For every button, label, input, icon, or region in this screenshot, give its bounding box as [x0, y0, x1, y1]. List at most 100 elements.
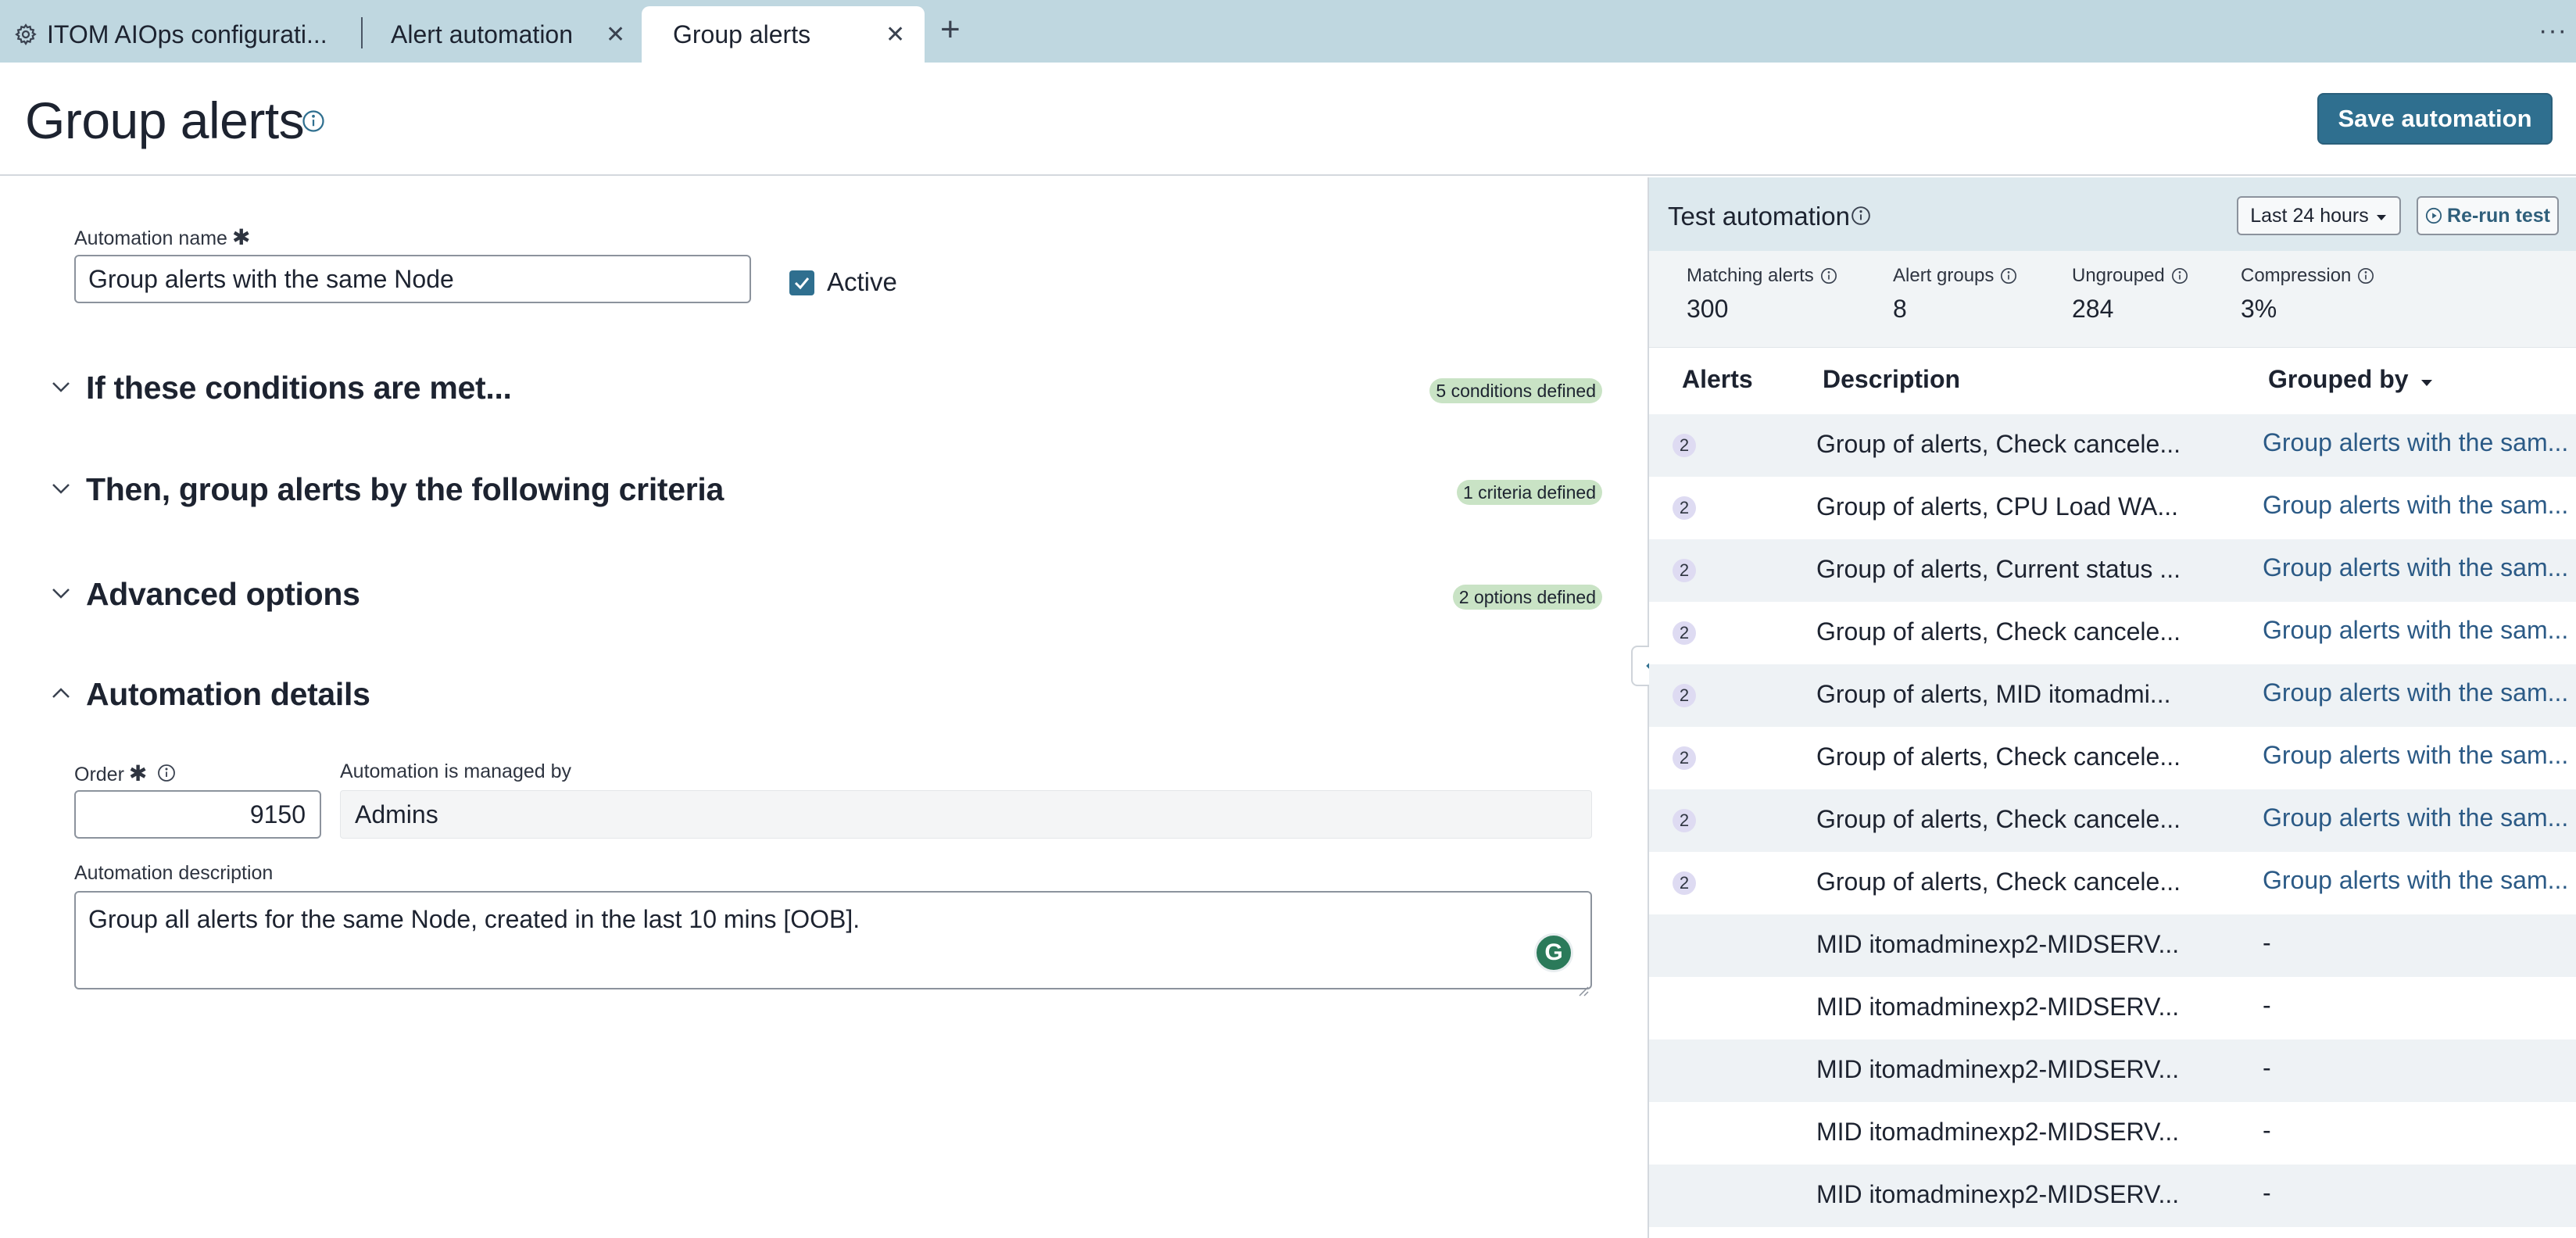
info-icon[interactable] — [302, 109, 325, 133]
status-badge: 2 options defined — [1452, 585, 1602, 610]
info-icon[interactable] — [2000, 267, 2017, 284]
test-automation-title: Test automation — [1668, 202, 1850, 231]
description-cell: Group of alerts, Check cancele... — [1816, 617, 2181, 646]
label-text: Automation name — [74, 227, 227, 249]
chevron-down-icon[interactable] — [47, 478, 75, 499]
stat-compression: Compression 3% — [2241, 265, 2374, 324]
automation-form: Automation name ✱ Group alerts with the s… — [0, 177, 1648, 1238]
stat-alert-groups: Alert groups 8 — [1893, 265, 2017, 324]
alert-count-badge: 2 — [1673, 496, 1696, 520]
stat-label: Alert groups — [1893, 265, 1995, 286]
stat-label: Ungrouped — [2072, 265, 2165, 286]
section-automation-details[interactable]: Automation details — [47, 671, 1602, 718]
grouped-by-cell: - — [2263, 1179, 2271, 1207]
tab-alert-automation[interactable]: Alert automation ✕ — [391, 6, 633, 63]
table-row[interactable]: 2 Group of alerts, Check cancele... Group … — [1649, 789, 2576, 852]
status-badge: 1 criteria defined — [1456, 480, 1602, 505]
description-cell: Group of alerts, Check cancele... — [1816, 430, 2181, 458]
automation-name-label: Automation name ✱ — [74, 224, 250, 250]
time-range-dropdown[interactable]: Last 24 hours — [2237, 196, 2401, 235]
caret-down-icon — [2375, 205, 2388, 227]
table-row[interactable]: 2 Group of alerts, Check cancele... Group … — [1649, 602, 2576, 664]
test-stats: Matching alerts 300 Alert groups 8 Ungro… — [1649, 251, 2576, 348]
active-checkbox[interactable] — [789, 270, 814, 295]
column-header-description[interactable]: Description — [1823, 365, 1960, 394]
automation-name-input[interactable]: Group alerts with the same Node — [74, 255, 751, 303]
rerun-test-button[interactable]: Re-run test — [2417, 196, 2559, 235]
info-icon[interactable] — [157, 764, 176, 788]
tab-itom-aiops-configuration[interactable]: ITOM AIOps configurati... — [14, 6, 358, 63]
add-tab-icon[interactable]: + — [940, 13, 961, 47]
stat-matching-alerts: Matching alerts 300 — [1687, 265, 1837, 324]
automation-description-textarea[interactable]: Group all alerts for the same Node, crea… — [74, 891, 1592, 996]
alert-count-badge: 2 — [1673, 559, 1696, 582]
section-group-criteria[interactable]: Then, group alerts by the following crit… — [47, 467, 1602, 513]
grouped-by-link[interactable]: Group alerts with the sam... — [2263, 553, 2576, 582]
page-title: Group alerts — [25, 91, 305, 149]
table-row[interactable]: 2 Group of alerts, Check cancele... Group … — [1649, 727, 2576, 789]
caret-down-icon — [2420, 365, 2434, 393]
close-icon[interactable]: ✕ — [886, 23, 905, 47]
table-row[interactable]: MID itomadminexp2-MIDSERV... - — [1649, 1102, 2576, 1165]
grouped-by-link[interactable]: Group alerts with the sam... — [2263, 866, 2576, 895]
grouped-by-link[interactable]: Group alerts with the sam... — [2263, 678, 2576, 707]
description-cell: Group of alerts, MID itomadmi... — [1816, 680, 2171, 708]
description-cell: MID itomadminexp2-MIDSERV... — [1816, 1180, 2180, 1208]
grouped-by-link[interactable]: Group alerts with the sam... — [2263, 741, 2576, 770]
grouped-by-cell: - — [2263, 1116, 2271, 1144]
grouped-by-link[interactable]: Group alerts with the sam... — [2263, 803, 2576, 832]
label-text: Order — [74, 764, 124, 785]
save-automation-button[interactable]: Save automation — [2317, 93, 2553, 145]
play-circle-icon — [2425, 207, 2442, 224]
grouped-by-cell: - — [2263, 991, 2271, 1019]
alert-count-badge: 2 — [1673, 809, 1696, 832]
automation-description-label: Automation description — [74, 862, 274, 884]
more-options-icon[interactable]: ··· — [2538, 16, 2567, 46]
table-row[interactable]: 2 Group of alerts, MID itomadmi... Group a… — [1649, 664, 2576, 727]
column-header-grouped-by[interactable]: Grouped by — [2268, 365, 2434, 394]
section-advanced-options[interactable]: Advanced options 2 options defined — [47, 571, 1602, 618]
table-row[interactable]: 2 Group of alerts, CPU Load WA... Group al… — [1649, 477, 2576, 539]
description-cell: Group of alerts, Check cancele... — [1816, 805, 2181, 833]
section-conditions[interactable]: If these conditions are met... 5 conditi… — [47, 365, 1602, 412]
grammarly-icon[interactable]: G — [1534, 933, 1573, 972]
alert-count-badge: 2 — [1673, 871, 1696, 895]
table-row[interactable]: 2 Group of alerts, Current status ... Grou… — [1649, 539, 2576, 602]
tab-separator — [361, 17, 363, 48]
info-icon[interactable] — [1851, 206, 1871, 226]
description-cell: MID itomadminexp2-MIDSERV... — [1816, 1055, 2180, 1083]
table-row[interactable]: MID itomadminexp2-MIDSERV... - — [1649, 977, 2576, 1039]
table-row[interactable]: MID itomadminexp2-MIDSERV... - — [1649, 1165, 2576, 1227]
grouped-by-link[interactable]: Group alerts with the sam... — [2263, 428, 2576, 457]
info-icon[interactable] — [2171, 267, 2188, 284]
tab-label: Alert automation — [391, 20, 574, 48]
grouped-by-link[interactable]: Group alerts with the sam... — [2263, 616, 2576, 645]
stat-value: 3% — [2241, 295, 2277, 323]
tab-group-alerts[interactable]: Group alerts ✕ — [642, 6, 925, 63]
column-header-alerts[interactable]: Alerts — [1682, 365, 1753, 394]
page-header: Group alerts Save automation — [0, 63, 2576, 176]
close-icon[interactable]: ✕ — [606, 23, 625, 47]
resize-handle-icon[interactable] — [1576, 974, 1589, 996]
table-row[interactable]: 2 Group of alerts, Check cancele... Group … — [1649, 852, 2576, 914]
alert-count-badge: 2 — [1673, 621, 1696, 645]
description-cell: MID itomadminexp2-MIDSERV... — [1816, 993, 2180, 1021]
description-text: Group all alerts for the same Node, crea… — [88, 905, 860, 933]
tab-label: ITOM AIOps configurati... — [47, 20, 327, 48]
grouped-by-link[interactable]: Group alerts with the sam... — [2263, 491, 2576, 520]
table-row[interactable]: MID itomadminexp2-MIDSERV... - — [1649, 914, 2576, 977]
chevron-down-icon[interactable] — [47, 582, 75, 604]
table-row[interactable]: 2 Group of alerts, Check cancele... Group … — [1649, 414, 2576, 477]
managed-by-label: Automation is managed by — [340, 760, 572, 782]
table-row[interactable]: MID itomadminexp2-MIDSERV... - — [1649, 1039, 2576, 1102]
info-icon[interactable] — [2357, 267, 2374, 284]
chevron-down-icon[interactable] — [47, 376, 75, 398]
info-icon[interactable] — [1820, 267, 1837, 284]
grouped-by-cell: - — [2263, 928, 2271, 957]
order-input[interactable]: 9150 — [74, 790, 321, 839]
alert-count-badge: 2 — [1673, 684, 1696, 707]
stat-label: Matching alerts — [1687, 265, 1814, 286]
chevron-up-icon[interactable] — [47, 682, 75, 704]
stat-label: Compression — [2241, 265, 2352, 286]
alerts-table-body: 2 Group of alerts, Check cancele... Group … — [1649, 414, 2576, 1227]
